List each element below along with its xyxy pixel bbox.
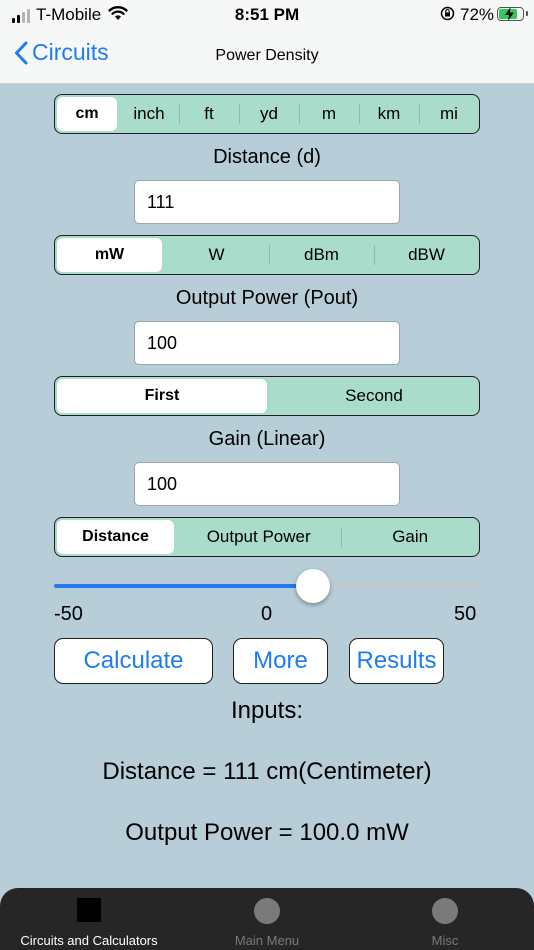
value-slider-fill — [54, 584, 313, 588]
unit-option-mi[interactable]: mi — [419, 95, 479, 133]
results-heading: Inputs: — [230, 697, 304, 724]
distance-label: Distance (d) — [213, 146, 321, 168]
calculate-button[interactable]: Calculate — [54, 638, 213, 684]
slider-min-label: -50 — [54, 603, 83, 625]
unit-option-inch[interactable]: inch — [119, 95, 179, 133]
unit-option-ft[interactable]: ft — [179, 95, 239, 133]
battery-percent: 72% — [460, 5, 495, 24]
unit-option-yd[interactable]: yd — [239, 95, 299, 133]
unit-option-km[interactable]: km — [359, 95, 419, 133]
page-title: Power Density — [215, 47, 319, 64]
gain-input[interactable]: 100 — [134, 462, 400, 506]
value-slider-thumb[interactable] — [296, 569, 330, 603]
unit-option-dbm[interactable]: dBm — [269, 236, 374, 274]
power-unit-selector: mW W dBm dBW — [54, 235, 480, 275]
gain-label: Gain (Linear) — [208, 428, 326, 450]
status-bar: T-Mobile 8:51 PM 72% — [0, 0, 534, 30]
slider-mid-label: 0 — [261, 603, 273, 625]
gain-mode-second[interactable]: Second — [269, 377, 479, 415]
result-line-output-power: Output Power = 100.0 mW — [125, 819, 409, 846]
slider-max-label: 50 — [454, 603, 477, 625]
tab-main-menu[interactable]: Main Menu — [178, 888, 356, 950]
gain-mode-first[interactable]: First — [57, 379, 267, 413]
tab-label: Main Menu — [234, 933, 300, 948]
result-line-distance: Distance = 111 cm(Centimeter) — [102, 758, 432, 785]
value-slider-track[interactable] — [54, 584, 480, 588]
unit-option-m[interactable]: m — [299, 95, 359, 133]
output-power-input[interactable]: 100 — [134, 321, 400, 365]
navigation-bar: Circuits Power Density — [0, 30, 534, 84]
tab-label: Misc — [431, 933, 459, 948]
battery-icon — [497, 7, 528, 21]
output-power-label: Output Power (Pout) — [175, 287, 359, 309]
tab-misc[interactable]: Misc — [356, 888, 534, 950]
solve-for-distance[interactable]: Distance — [57, 520, 175, 554]
distance-unit-selector: cm inch ft yd m km mi — [54, 94, 480, 134]
results-button[interactable]: Results — [349, 638, 444, 684]
unit-option-cm[interactable]: cm — [57, 97, 117, 131]
solve-for-gain[interactable]: Gain — [341, 518, 479, 556]
unit-option-w[interactable]: W — [164, 236, 269, 274]
more-button[interactable]: More — [233, 638, 328, 684]
solve-for-output-power[interactable]: Output Power — [176, 518, 341, 556]
tab-bar: Circuits and Calculators Main Menu Misc — [0, 888, 534, 950]
circle-icon — [432, 898, 458, 924]
tab-label: Circuits and Calculators — [20, 933, 158, 948]
unit-option-dbw[interactable]: dBW — [374, 236, 479, 274]
square-icon — [77, 898, 101, 922]
unit-option-mw[interactable]: mW — [57, 238, 162, 272]
solve-for-selector: Distance Output Power Gain — [54, 517, 480, 557]
tab-circuits-and-calculators[interactable]: Circuits and Calculators — [0, 888, 178, 950]
circle-icon — [254, 898, 280, 924]
orientation-lock-icon — [440, 6, 455, 21]
distance-input[interactable]: 111 — [134, 180, 400, 224]
gain-mode-selector: First Second — [54, 376, 480, 416]
